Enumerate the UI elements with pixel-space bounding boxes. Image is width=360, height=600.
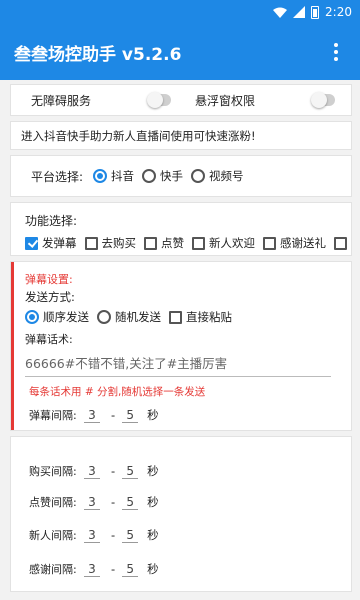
radio-icon (191, 169, 205, 183)
battery-icon (311, 5, 320, 19)
interval-max[interactable]: 5 (122, 495, 139, 510)
interval-unit: 秒 (147, 495, 159, 509)
danmu-interval-row: 弹幕间隔: 3 - 5 秒 (29, 407, 159, 423)
function-option-welcome[interactable]: 新人欢迎 (192, 235, 255, 251)
checkbox-icon (84, 236, 98, 250)
speech-hint: 每条话术用 # 分割,随机选择一条发送 (29, 386, 206, 398)
interval-row-thanks: 感谢间隔: 3 - 5 秒 (29, 561, 159, 577)
danmu-interval-unit: 秒 (147, 408, 159, 422)
platform-label: 平台选择: (31, 169, 84, 184)
danmu-interval-label: 弹幕间隔: (29, 409, 77, 422)
interval-min[interactable]: 3 (84, 495, 100, 510)
interval-row-buy: 购买间隔: 3 - 5 秒 (29, 463, 159, 479)
interval-max[interactable]: 5 (122, 562, 139, 577)
functions-card: 功能选择: 发弹幕 去购买 点赞 新人欢迎 感谢送礼 关 (10, 202, 352, 256)
interval-row-like: 点赞间隔: 3 - 5 秒 (29, 494, 159, 510)
function-option-thanks[interactable]: 感谢送礼 (263, 235, 326, 251)
checkbox-icon (192, 236, 205, 250)
speech-label: 弹幕话术: (25, 333, 73, 346)
radio-icon (97, 310, 111, 324)
interval-min[interactable]: 3 (84, 464, 100, 479)
danmu-interval-max[interactable]: 5 (122, 408, 139, 423)
app-title: 叁叁场控助手 v5.2.6 (14, 44, 182, 65)
direct-paste-option[interactable]: 直接粘贴 (169, 309, 232, 325)
function-option-like[interactable]: 点赞 (144, 235, 184, 251)
function-option-follow[interactable]: 关 (334, 235, 351, 251)
section-accent (11, 262, 14, 430)
wifi-icon (273, 7, 288, 18)
send-mode-label: 发送方式: (25, 290, 75, 304)
status-bar: 2:20 (0, 0, 360, 24)
checkbox-icon (144, 236, 157, 250)
services-card: 无障碍服务 悬浮窗权限 (10, 84, 352, 116)
platform-option-douyin[interactable]: 抖音 (93, 168, 134, 184)
interval-label: 感谢间隔: (29, 563, 77, 576)
app-bar: 叁叁场控助手 v5.2.6 (0, 24, 360, 80)
radio-icon (142, 169, 156, 183)
send-mode-random[interactable]: 随机发送 (97, 309, 161, 325)
interval-unit: 秒 (147, 464, 159, 478)
checkbox-icon (263, 236, 276, 250)
status-time: 2:20 (325, 5, 352, 19)
interval-label: 新人间隔: (29, 529, 77, 542)
danmu-title: 弹幕设置: (25, 273, 73, 286)
interval-label: 点赞间隔: (29, 496, 77, 509)
interval-unit: 秒 (147, 562, 159, 576)
radio-icon (93, 169, 107, 183)
speech-input[interactable]: 66666#不错不错,关注了#主播厉害 (25, 353, 331, 377)
interval-max[interactable]: 5 (122, 528, 139, 543)
interval-row-welcome: 新人间隔: 3 - 5 秒 (29, 527, 159, 543)
accessibility-toggle[interactable] (147, 92, 171, 108)
interval-label: 购买间隔: (29, 465, 77, 478)
interval-max[interactable]: 5 (122, 464, 139, 479)
interval-unit: 秒 (147, 528, 159, 542)
overlay-toggle[interactable] (311, 92, 335, 108)
danmu-settings-card: 弹幕设置: 发送方式: 顺序发送 随机发送 直接粘贴 弹幕话术: 66666#不… (10, 261, 352, 431)
interval-min[interactable]: 3 (84, 562, 100, 577)
checkbox-icon (25, 236, 38, 250)
danmu-interval-min[interactable]: 3 (84, 408, 100, 423)
signal-icon (293, 6, 306, 18)
intervals-card: 购买间隔: 3 - 5 秒 点赞间隔: 3 - 5 秒 新人间隔: 3 - 5 … (10, 436, 352, 592)
function-option-buy[interactable]: 去购买 (84, 235, 136, 251)
notice-text: 进入抖音快手助力新人直播间使用可快速涨粉! (21, 128, 256, 143)
checkbox-icon (334, 236, 347, 250)
interval-min[interactable]: 3 (84, 528, 100, 543)
functions-label: 功能选择: (25, 214, 78, 228)
platform-option-shipinhao[interactable]: 视频号 (191, 168, 244, 184)
overlay-label: 悬浮窗权限 (195, 93, 256, 108)
send-mode-sequential[interactable]: 顺序发送 (25, 309, 89, 325)
radio-icon (25, 310, 39, 324)
checkbox-icon (169, 310, 182, 324)
platform-option-kuaishou[interactable]: 快手 (142, 168, 183, 184)
platform-card: 平台选择: 抖音 快手 视频号 (10, 155, 352, 197)
function-option-danmu[interactable]: 发弹幕 (25, 235, 77, 251)
more-vert-icon[interactable] (326, 42, 346, 62)
notice-card: 进入抖音快手助力新人直播间使用可快速涨粉! (10, 121, 352, 150)
accessibility-label: 无障碍服务 (31, 93, 92, 108)
